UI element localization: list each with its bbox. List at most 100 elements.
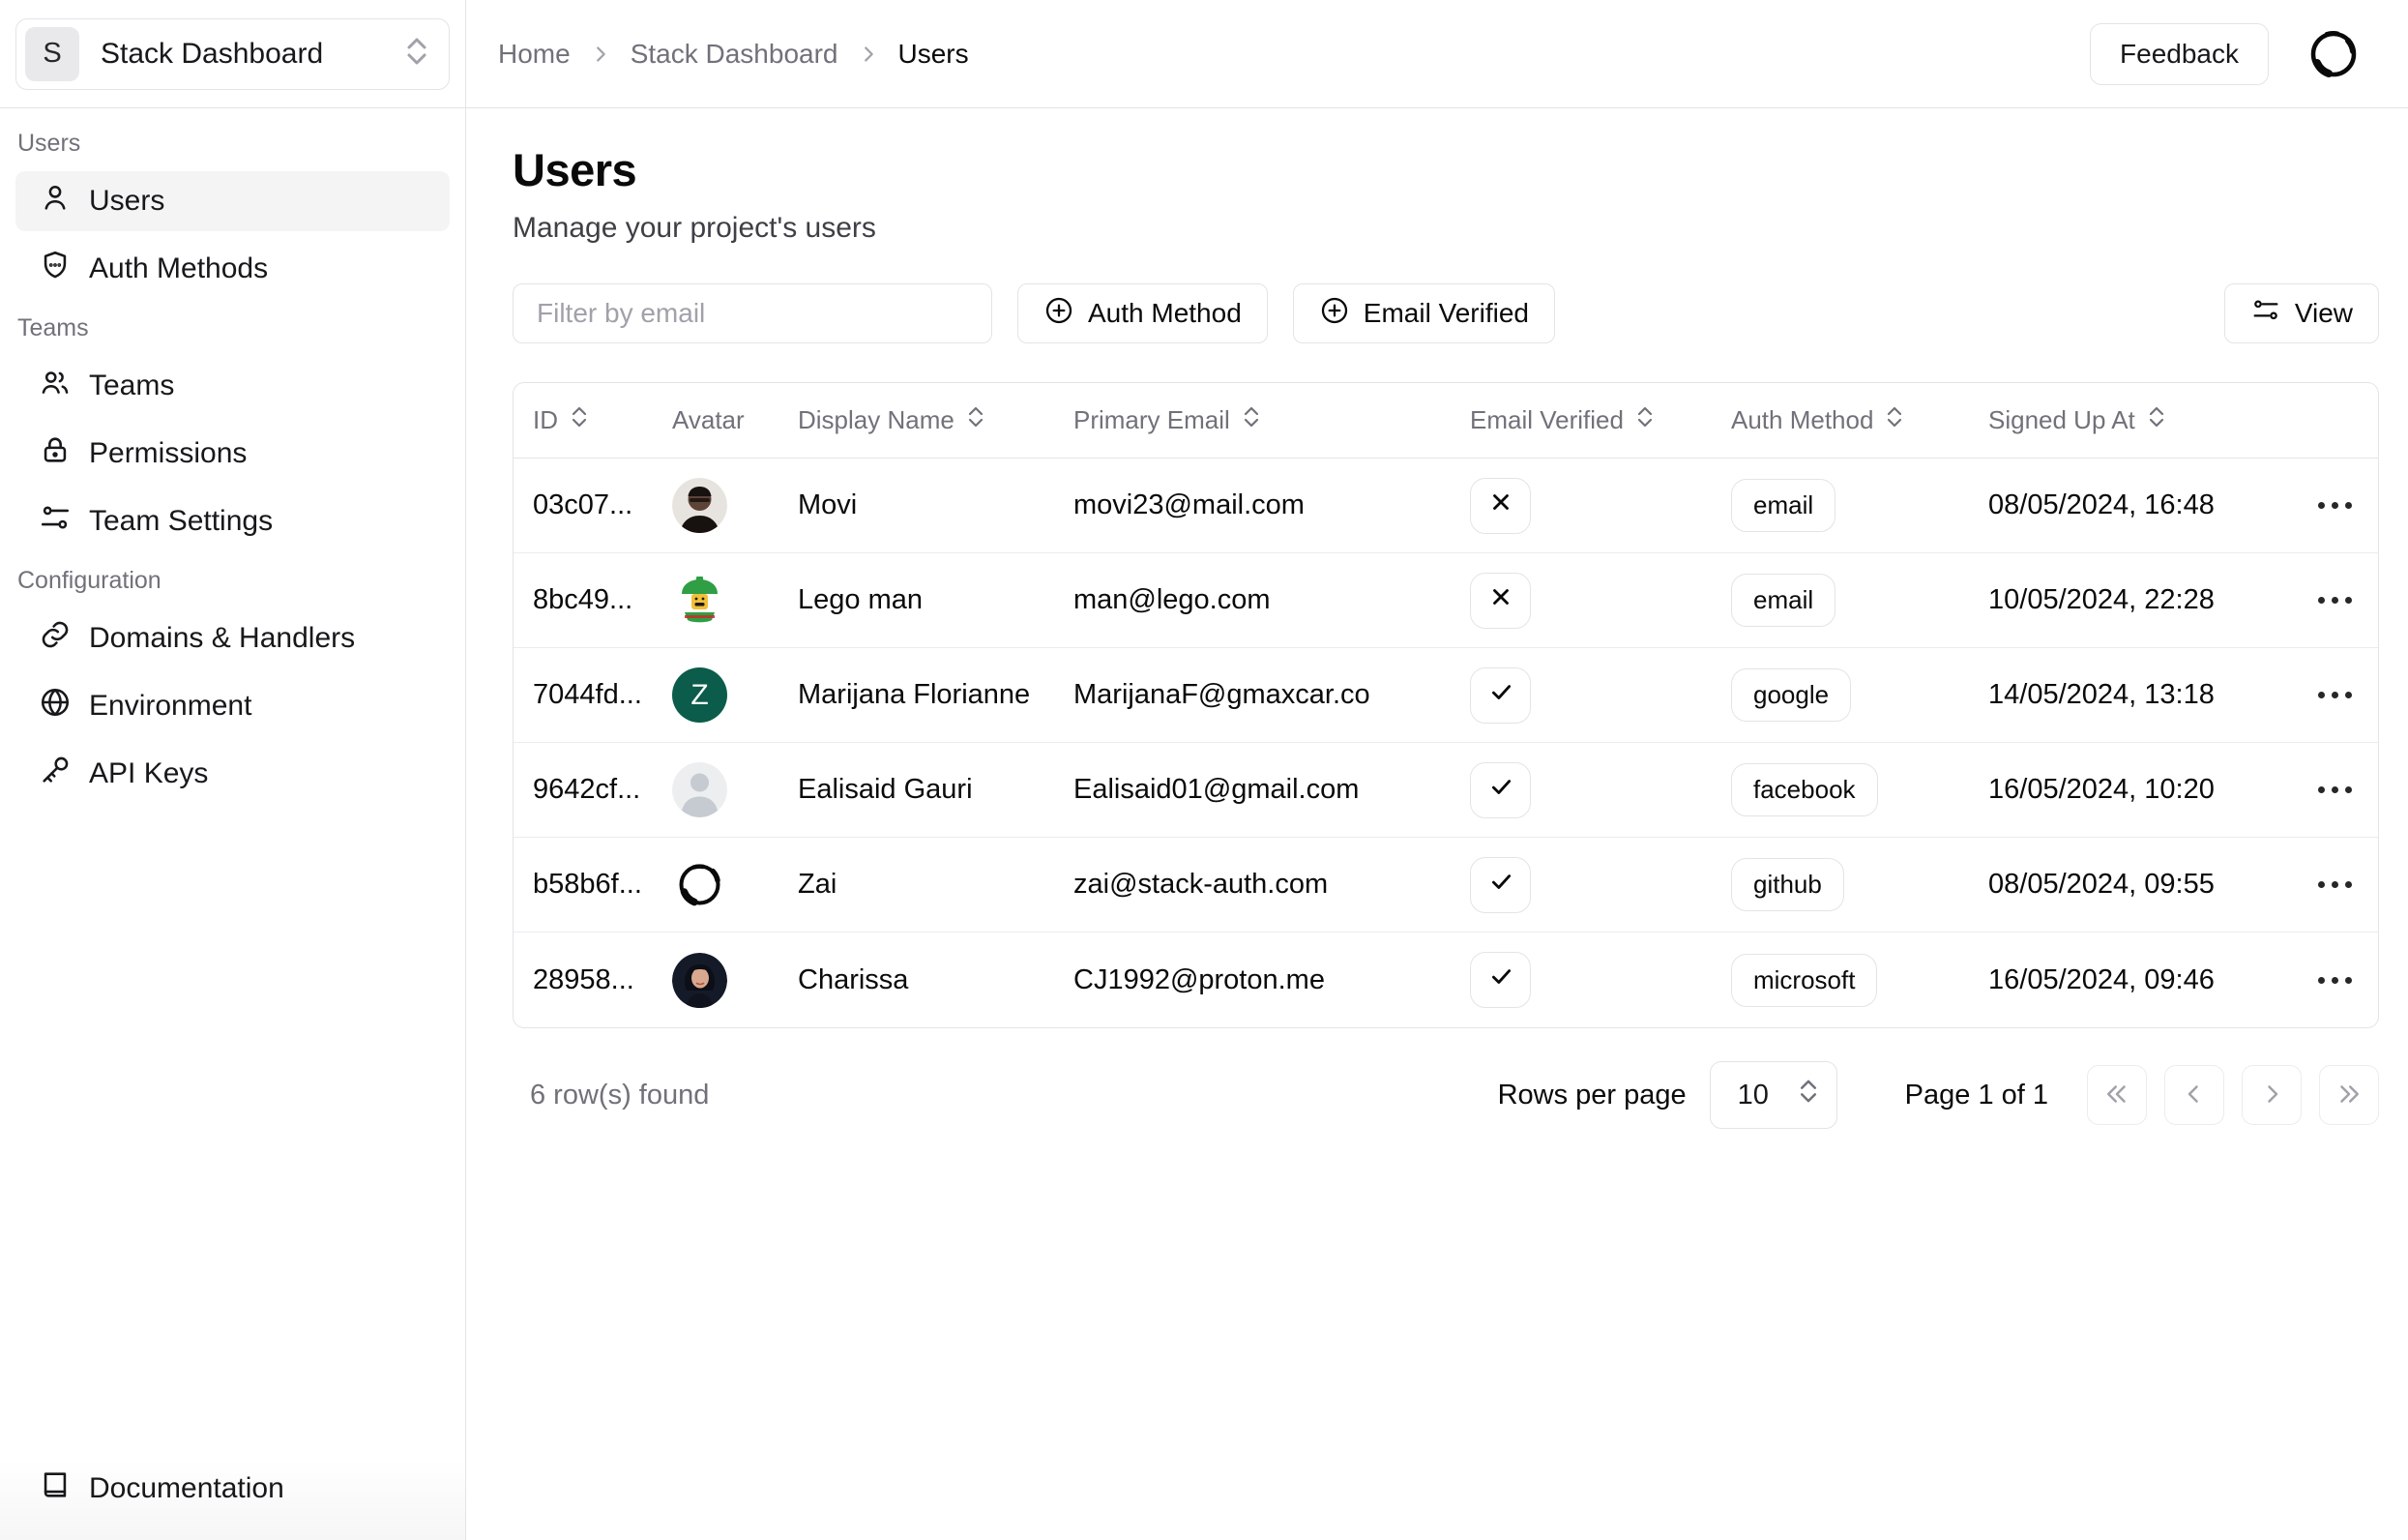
sidebar-item-label: API Keys — [89, 757, 209, 789]
breadcrumb-project[interactable]: Stack Dashboard — [631, 39, 838, 70]
sidebar-item-label: Users — [89, 185, 165, 217]
sidebar-item-team-settings[interactable]: Team Settings — [15, 491, 450, 551]
primary-email: man@lego.com — [1073, 584, 1271, 615]
sidebar-item-label: Auth Methods — [89, 252, 269, 284]
users-table: ID Avatar Display Name Primary Email Ema… — [513, 382, 2379, 1028]
breadcrumb-home[interactable]: Home — [498, 39, 571, 70]
project-logo: S — [25, 26, 79, 81]
column-header-display-name[interactable]: Display Name — [798, 403, 1073, 437]
sidebar-header: S Stack Dashboard — [0, 0, 465, 108]
people-icon — [39, 366, 72, 406]
check-icon — [1488, 869, 1513, 902]
table-row[interactable]: 7044fd... Z Marijana Florianne MarijanaF… — [514, 648, 2378, 743]
sidebar-item-documentation[interactable]: Documentation — [15, 1459, 450, 1519]
email-verified-filter-button[interactable]: Email Verified — [1292, 283, 1555, 343]
book-icon — [39, 1468, 72, 1509]
primary-email: Ealisaid01@gmail.com — [1073, 774, 1360, 805]
main-area: Home Stack Dashboard Users Feedback User… — [466, 0, 2408, 1540]
column-header-email-verified[interactable]: Email Verified — [1470, 403, 1731, 437]
chevron-right-icon — [590, 44, 611, 65]
project-logo-letter: S — [43, 38, 62, 69]
sidebar-item-api-keys[interactable]: API Keys — [15, 744, 450, 804]
row-actions-button[interactable] — [2308, 587, 2362, 613]
view-button-label: View — [2294, 298, 2353, 328]
sidebar-item-users[interactable]: Users — [15, 171, 450, 231]
column-header-avatar: Avatar — [672, 405, 745, 434]
sidebar-item-teams[interactable]: Teams — [15, 356, 450, 416]
sidebar: S Stack Dashboard Users Users Auth Metho… — [0, 0, 466, 1540]
column-header-signed-up-at[interactable]: Signed Up At — [1988, 403, 2292, 437]
globe-icon — [39, 686, 72, 726]
filter-email-input[interactable] — [513, 283, 992, 343]
topbar: Home Stack Dashboard Users Feedback — [466, 0, 2408, 108]
display-name: Charissa — [798, 963, 909, 995]
sidebar-item-environment[interactable]: Environment — [15, 676, 450, 736]
auth-method-filter-button[interactable]: Auth Method — [1017, 283, 1268, 343]
next-page-button[interactable] — [2242, 1065, 2302, 1125]
rows-per-page-value: 10 — [1737, 1079, 1769, 1111]
user-avatar[interactable] — [2305, 25, 2362, 82]
sidebar-item-label: Documentation — [89, 1472, 284, 1504]
avatar-letter-glyph: Z — [690, 678, 709, 711]
avatar-placeholder — [672, 762, 727, 817]
column-header-primary-email[interactable]: Primary Email — [1073, 403, 1470, 437]
primary-email: movi23@mail.com — [1073, 489, 1305, 520]
shield-icon — [39, 249, 72, 289]
row-actions-button[interactable] — [2308, 967, 2362, 993]
check-icon — [1488, 679, 1513, 712]
page-title: Users — [513, 144, 637, 195]
sidebar-item-domains-handlers[interactable]: Domains & Handlers — [15, 608, 450, 668]
chevron-right-icon — [2257, 1080, 2286, 1111]
sidebar-item-label: Domains & Handlers — [89, 622, 356, 654]
chevron-up-down-icon — [404, 35, 429, 73]
chevron-right-icon — [858, 44, 879, 65]
breadcrumb: Home Stack Dashboard Users — [498, 39, 969, 70]
breadcrumb-current[interactable]: Users — [898, 39, 969, 70]
auth-method-badge: facebook — [1731, 763, 1878, 816]
column-header-auth-method[interactable]: Auth Method — [1731, 403, 1988, 437]
view-button[interactable]: View — [2223, 283, 2379, 343]
row-actions-button[interactable] — [2308, 872, 2362, 898]
avatar-ink-ring — [672, 857, 727, 912]
first-page-button[interactable] — [2087, 1065, 2147, 1125]
table-row[interactable]: 03c07... Movi movi23@mail.com email 08/0… — [514, 459, 2378, 553]
sort-icon — [2147, 403, 2166, 437]
row-actions-button[interactable] — [2308, 492, 2362, 518]
topbar-right: Feedback — [2090, 22, 2362, 85]
user-id: 8bc49... — [533, 584, 633, 615]
sidebar-item-label: Team Settings — [89, 505, 274, 537]
app-root: S Stack Dashboard Users Users Auth Metho… — [0, 0, 2408, 1540]
plus-circle-icon — [1043, 295, 1074, 333]
signed-up-at: 10/05/2024, 22:28 — [1988, 584, 2215, 615]
email-verified-badge — [1470, 856, 1531, 913]
sidebar-item-permissions[interactable]: Permissions — [15, 424, 450, 484]
row-actions-button[interactable] — [2308, 682, 2362, 708]
prev-page-button[interactable] — [2164, 1065, 2224, 1125]
rows-per-page-select[interactable]: 10 — [1709, 1061, 1837, 1129]
toolbar: Auth Method Email Verified View — [513, 283, 2379, 343]
sidebar-section-users: Users — [17, 130, 81, 157]
sidebar-item-auth-methods[interactable]: Auth Methods — [15, 239, 450, 299]
page-subtitle: Manage your project's users — [513, 212, 876, 244]
table-row[interactable]: 28958... Charissa CJ1992@proton.me micro… — [514, 933, 2378, 1027]
sidebar-item-label: Teams — [89, 370, 175, 401]
lock-icon — [39, 433, 72, 474]
table-row[interactable]: 8bc49... Lego man man@lego.com email 10/… — [514, 553, 2378, 648]
row-actions-button[interactable] — [2308, 777, 2362, 803]
sliders-icon — [2250, 295, 2281, 333]
column-header-id[interactable]: ID — [514, 403, 672, 437]
email-verified-badge — [1470, 761, 1531, 818]
check-icon — [1488, 963, 1513, 996]
sidebar-footer: Documentation — [0, 1459, 465, 1540]
pager — [2087, 1065, 2379, 1125]
table-row[interactable]: b58b6f... Zai zai@stack-auth.com github … — [514, 838, 2378, 933]
auth-method-badge: email — [1731, 574, 1836, 627]
last-page-button[interactable] — [2319, 1065, 2379, 1125]
project-selector[interactable]: S Stack Dashboard — [15, 17, 450, 90]
auth-method-badge: email — [1731, 479, 1836, 532]
feedback-button[interactable]: Feedback — [2090, 22, 2269, 85]
email-not-verified-badge — [1470, 477, 1531, 534]
table-row[interactable]: 9642cf... Ealisaid Gauri Ealisaid01@gmai… — [514, 743, 2378, 838]
auth-method-badge: microsoft — [1731, 953, 1878, 1007]
signed-up-at: 16/05/2024, 10:20 — [1988, 774, 2215, 805]
